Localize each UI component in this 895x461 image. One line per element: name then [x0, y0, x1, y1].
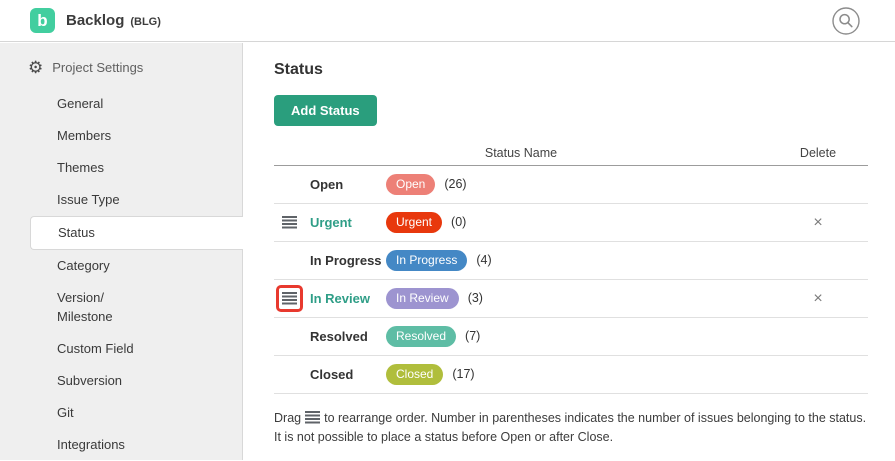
- sidebar-item-version-milestone[interactable]: Version/ Milestone: [0, 282, 242, 333]
- page-title: Status: [274, 61, 895, 79]
- delete-cell: ×: [768, 328, 868, 346]
- drag-handle-cell: [274, 209, 310, 236]
- drag-handle-cell: [274, 285, 310, 312]
- delete-cell: ×: [768, 366, 868, 384]
- status-table-row: Resolved Resolved (7) ×: [274, 318, 868, 356]
- status-name: Resolved: [310, 329, 386, 344]
- gear-icon: ⚙: [28, 59, 43, 76]
- issue-count: (0): [451, 215, 466, 229]
- note-line2: It is not possible to place a status bef…: [274, 428, 884, 447]
- drag-handle[interactable]: [276, 285, 303, 312]
- delete-cell: ×: [768, 214, 868, 232]
- status-table-row: Closed Closed (17) ×: [274, 356, 868, 394]
- status-badge: Closed: [386, 364, 443, 385]
- sidebar-item-category[interactable]: Category: [0, 250, 242, 282]
- status-badge: Urgent: [386, 212, 442, 233]
- note-drag-prefix: Drag: [274, 411, 301, 425]
- backlog-logo-icon: b: [30, 8, 55, 33]
- sidebar-item-status[interactable]: Status: [30, 216, 243, 250]
- status-table-row: In Review In Review (3) ×: [274, 280, 868, 318]
- badge-cell: In Review (3): [386, 288, 768, 309]
- sidebar-item-label: Custom Field: [57, 339, 134, 358]
- status-badge: In Progress: [386, 250, 467, 271]
- status-table: Status Name Delete Open Open (26) × Urge…: [274, 140, 868, 394]
- status-name-column-header: Status Name: [274, 146, 768, 160]
- drag-handle-icon: [305, 411, 320, 424]
- sidebar-item-label: Category: [57, 256, 110, 275]
- badge-cell: Closed (17): [386, 364, 768, 385]
- sidebar-item-custom-field[interactable]: Custom Field: [0, 333, 242, 365]
- sidebar-item-integrations[interactable]: Integrations: [0, 429, 242, 461]
- status-table-header: Status Name Delete: [274, 140, 868, 166]
- status-name: In Progress: [310, 253, 386, 268]
- badge-cell: In Progress (4): [386, 250, 768, 271]
- status-table-body: Open Open (26) × Urgent Urgent (0) × In …: [274, 166, 868, 394]
- delete-button[interactable]: ×: [813, 215, 822, 231]
- status-settings-panel: Status Add Status Status Name Delete Ope…: [244, 43, 895, 460]
- issue-count: (17): [452, 367, 474, 381]
- sidebar-item-label: Themes: [57, 158, 104, 177]
- badge-cell: Urgent (0): [386, 212, 768, 233]
- drag-handle-icon: [282, 216, 297, 229]
- sidebar-item-label: Subversion: [57, 371, 122, 390]
- status-badge: Open: [386, 174, 435, 195]
- sidebar-item-themes[interactable]: Themes: [0, 152, 242, 184]
- issue-count: (3): [468, 291, 483, 305]
- sidebar-item-label: Status: [58, 223, 95, 242]
- search-icon: [832, 23, 860, 38]
- status-badge: In Review: [386, 288, 459, 309]
- sidebar-items: General Members Themes Issue Type Status…: [0, 88, 242, 461]
- badge-cell: Open (26): [386, 174, 768, 195]
- sidebar-item-label: General: [57, 94, 103, 113]
- sidebar-item-general[interactable]: General: [0, 88, 242, 120]
- sidebar-item-subversion[interactable]: Subversion: [0, 365, 242, 397]
- note-line1: Drag to rearrange order. Number in parent…: [274, 409, 884, 428]
- issue-count: (4): [476, 253, 491, 267]
- sidebar-item-label: Git: [57, 403, 74, 422]
- add-status-button[interactable]: Add Status: [274, 95, 377, 126]
- status-badge: Resolved: [386, 326, 456, 347]
- sidebar-title-label: Project Settings: [52, 60, 143, 75]
- sidebar-item-issue-type[interactable]: Issue Type: [0, 184, 242, 216]
- drag-handle-icon: [282, 292, 297, 305]
- delete-cell: ×: [768, 176, 868, 194]
- delete-cell: ×: [768, 252, 868, 270]
- sidebar-item-members[interactable]: Members: [0, 120, 242, 152]
- note-drag-suffix: to rearrange order. Number in parenthese…: [324, 411, 866, 425]
- drag-handle-cell: [274, 247, 310, 274]
- status-name: Open: [310, 177, 386, 192]
- drag-handle[interactable]: [276, 209, 303, 236]
- badge-cell: Resolved (7): [386, 326, 768, 347]
- drag-handle-cell: [274, 361, 310, 388]
- sidebar-item-label: Issue Type: [57, 190, 120, 209]
- sidebar-item-git[interactable]: Git: [0, 397, 242, 429]
- topbar: b Backlog (BLG): [0, 0, 895, 42]
- search-button[interactable]: [832, 7, 860, 35]
- status-table-row: Urgent Urgent (0) ×: [274, 204, 868, 242]
- status-name[interactable]: Urgent: [310, 215, 386, 230]
- sidebar-title: ⚙ Project Settings: [0, 43, 242, 88]
- sidebar-item-label: Integrations: [57, 435, 125, 454]
- drag-handle-cell: [274, 323, 310, 350]
- issue-count: (7): [465, 329, 480, 343]
- project-key: (BLG): [130, 16, 161, 28]
- status-table-row: In Progress In Progress (4) ×: [274, 242, 868, 280]
- project-settings-sidebar: ⚙ Project Settings General Members Theme…: [0, 43, 243, 460]
- app-title: Backlog: [66, 12, 124, 29]
- delete-cell: ×: [768, 290, 868, 308]
- logo-letter: b: [37, 12, 47, 29]
- sidebar-item-label: Members: [57, 126, 111, 145]
- status-name[interactable]: In Review: [310, 291, 386, 306]
- status-name: Closed: [310, 367, 386, 382]
- delete-button[interactable]: ×: [813, 291, 822, 307]
- drag-handle-cell: [274, 171, 310, 198]
- status-table-row: Open Open (26) ×: [274, 166, 868, 204]
- delete-column-header: Delete: [768, 146, 868, 160]
- issue-count: (26): [444, 177, 466, 191]
- sidebar-item-label: Version/ Milestone: [57, 288, 162, 326]
